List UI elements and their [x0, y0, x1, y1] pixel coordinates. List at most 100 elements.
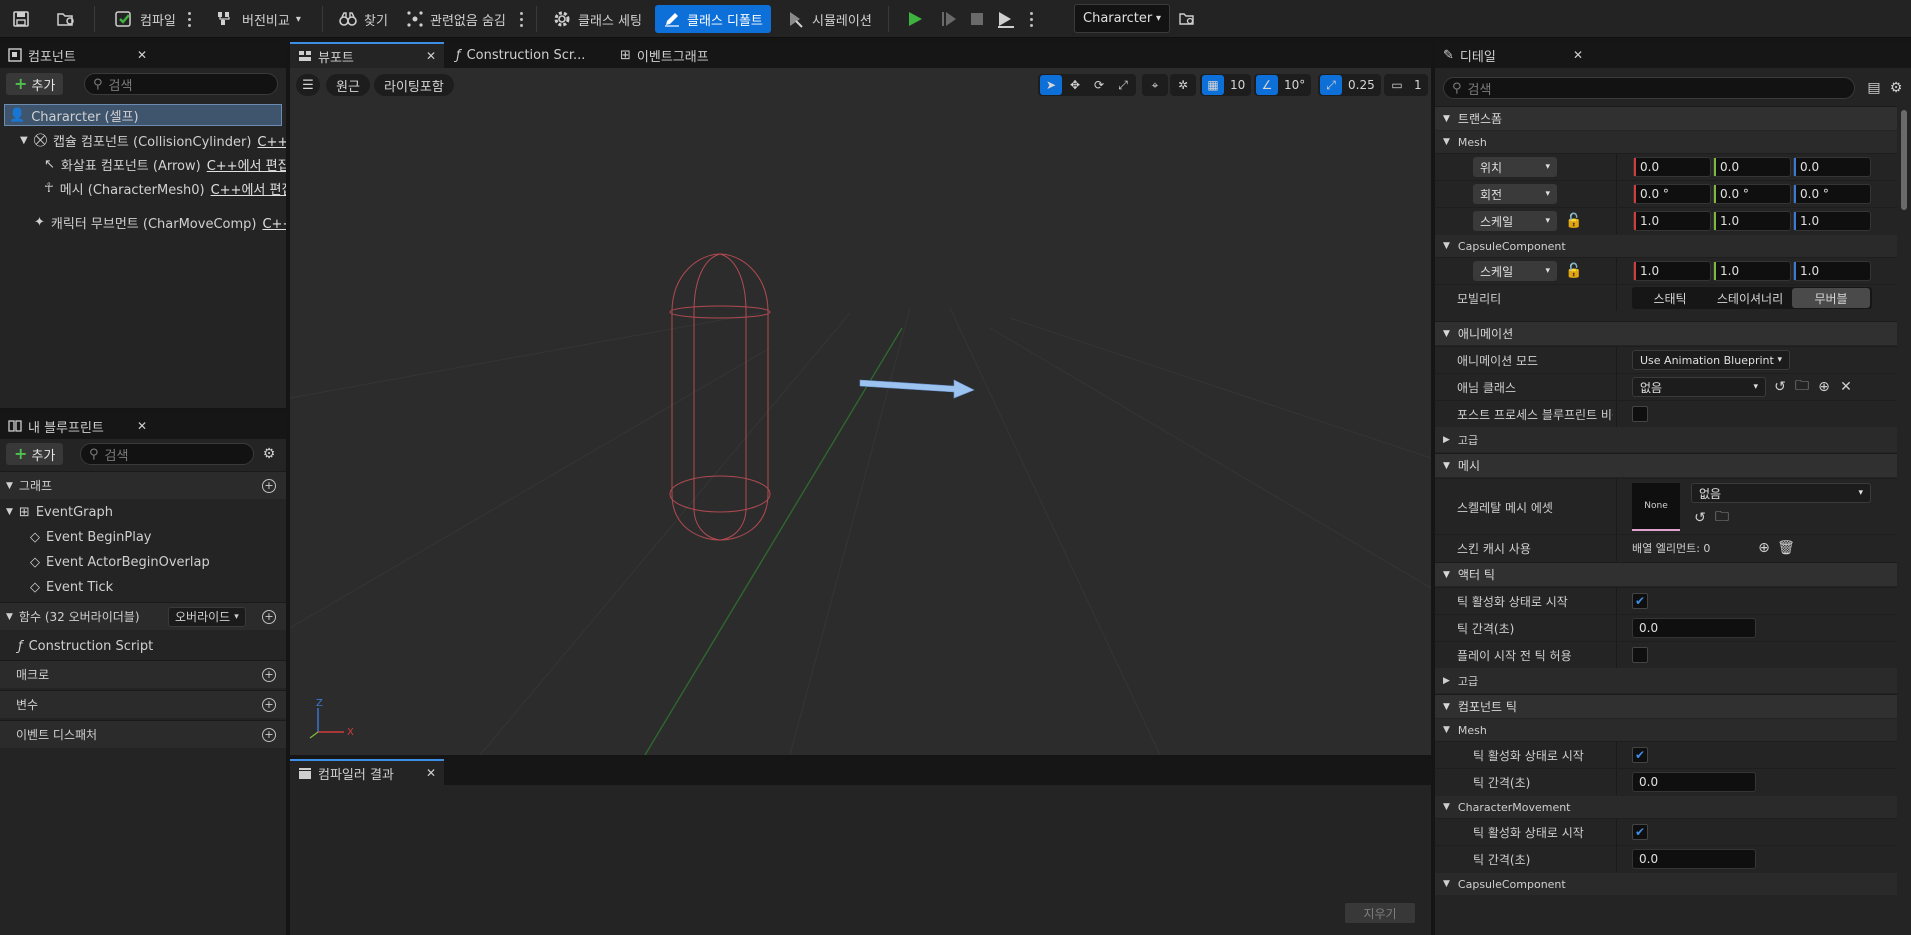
section-graphs[interactable]: ▼ 그래프 + — [0, 471, 286, 499]
section-variables[interactable]: 변수 + — [0, 690, 286, 718]
unlock-icon[interactable]: 🔓 — [1565, 262, 1583, 280]
tab-my-blueprint[interactable]: 내 블루프린트 ✕ — [0, 413, 155, 439]
scale-snap-group[interactable]: ⤢ 0.25 — [1318, 74, 1381, 96]
clear-button[interactable]: 지우기 — [1345, 903, 1415, 923]
tree-item-eventgraph[interactable]: ▼ ⊞ EventGraph — [0, 501, 286, 523]
scale-z-field[interactable]: 1.0 — [1793, 211, 1871, 231]
tab-construction-script[interactable]: ƒ Construction Scr... — [448, 42, 598, 68]
viewport-options-button[interactable]: ☰ — [296, 74, 320, 96]
perspective-button[interactable]: 원근 — [326, 74, 370, 96]
lit-mode-button[interactable]: 라이팅포함 — [374, 74, 454, 96]
add-circle-icon[interactable]: ⊕ — [1755, 539, 1773, 557]
use-selected-icon[interactable]: ↺ — [1771, 378, 1789, 396]
clear-x-icon[interactable]: ✕ — [1837, 378, 1855, 396]
ct-cm-tick-start-checkbox[interactable]: ✔ — [1632, 824, 1648, 840]
tick-before-play-checkbox[interactable] — [1632, 647, 1648, 663]
table-view-icon[interactable]: ▤ — [1865, 79, 1883, 97]
subcategory-ct-mesh[interactable]: ▼ Mesh — [1435, 719, 1897, 741]
mobility-static-option[interactable]: 스태틱 — [1632, 288, 1708, 308]
scale-tool-icon[interactable]: ⤢ — [1112, 75, 1134, 95]
tree-item-arrow[interactable]: ↖ 화살표 컴포넌트 (Arrow) C++에서 편집 — [0, 153, 286, 175]
tree-item-charmove[interactable]: ✦ 캐릭터 무브먼트 (CharMoveComp) C++에... — [0, 211, 286, 233]
section-macros[interactable]: 매크로 + — [0, 660, 286, 688]
tab-components[interactable]: 컴포넌트 ✕ — [0, 42, 155, 68]
capsule-scale-mode-dropdown[interactable]: 스케일 ▾ — [1473, 261, 1557, 281]
tree-item-event-beginplay[interactable]: ◇ Event BeginPlay — [0, 526, 286, 548]
capsule-scale-z-field[interactable]: 1.0 — [1793, 261, 1871, 281]
anim-mode-dropdown[interactable]: Use Animation Blueprint ▾ — [1632, 350, 1790, 370]
skeletal-mesh-dropdown[interactable]: 없음 ▾ — [1691, 483, 1871, 503]
location-z-field[interactable]: 0.0 — [1793, 157, 1871, 177]
skeletal-mesh-thumbnail[interactable]: None — [1632, 483, 1680, 531]
subcategory-advanced[interactable]: ▶ 고급 — [1435, 427, 1897, 452]
close-icon[interactable]: ✕ — [426, 766, 436, 780]
post-process-checkbox[interactable] — [1632, 406, 1648, 422]
tab-compiler-results[interactable]: 컴파일러 결과 ✕ — [290, 759, 444, 785]
scale-x-field[interactable]: 1.0 — [1633, 211, 1711, 231]
capsule-scale-y-field[interactable]: 1.0 — [1713, 261, 1791, 281]
tree-item-mesh[interactable]: ☥ 메시 (CharacterMesh0) C++에서 편집 — [0, 177, 286, 199]
add-macro-icon[interactable]: + — [262, 667, 276, 682]
location-mode-dropdown[interactable]: 위치 ▾ — [1473, 157, 1557, 177]
rotation-x-field[interactable]: 0.0 ° — [1633, 184, 1711, 204]
details-search-input[interactable]: ⚲ 검색 — [1443, 77, 1855, 99]
edit-in-cpp-link[interactable]: C++에... — [257, 131, 286, 150]
compile-options-button[interactable] — [184, 8, 194, 30]
close-icon[interactable]: ✕ — [426, 49, 436, 63]
tick-start-checkbox[interactable]: ✔ — [1632, 593, 1648, 609]
grid-snap-group[interactable]: ▦ 10 — [1200, 74, 1252, 96]
coord-system-button[interactable]: ⌖ — [1142, 74, 1168, 96]
category-transform[interactable]: ▼ 트랜스폼 — [1435, 106, 1897, 130]
trash-icon[interactable]: 🗑 — [1777, 539, 1795, 557]
tree-item-event-beginoverlap[interactable]: ◇ Event ActorBeginOverlap — [0, 551, 286, 573]
rotation-mode-dropdown[interactable]: 회전 ▾ — [1473, 184, 1557, 204]
tick-interval-field[interactable]: 0.0 — [1632, 618, 1756, 638]
category-component-tick[interactable]: ▼ 컴포넌트 틱 — [1435, 694, 1897, 718]
viewport-canvas[interactable]: X Z ☰ 원근 라이팅포함 ➤ ✥ ⟳ ⤢ ⌖ ✲ ▦ 10 ∠ 10° ⤢ … — [290, 68, 1431, 755]
tree-item-capsule[interactable]: ▼ ⛒ 캡슐 컴포넌트 (CollisionCylinder) C++에... — [0, 129, 286, 151]
subcategory-advanced-tick[interactable]: ▶ 고급 — [1435, 668, 1897, 693]
compile-button[interactable]: 컴파일 — [110, 5, 180, 33]
capsule-scale-x-field[interactable]: 1.0 — [1633, 261, 1711, 281]
mobility-movable-option[interactable]: 무버블 — [1792, 288, 1870, 308]
edit-in-cpp-link[interactable]: C++에... — [262, 213, 286, 232]
gear-icon[interactable]: ⚙ — [1887, 79, 1905, 97]
subcategory-mesh[interactable]: ▼ Mesh — [1435, 131, 1897, 153]
scale-y-field[interactable]: 1.0 — [1713, 211, 1791, 231]
gear-icon[interactable]: ⚙ — [260, 445, 278, 463]
rotation-snap-group[interactable]: ∠ 10° — [1254, 74, 1312, 96]
use-selected-icon[interactable]: ↺ — [1691, 509, 1709, 527]
play-options-button[interactable] — [1026, 8, 1036, 30]
category-animation[interactable]: ▼ 애니메이션 — [1435, 321, 1897, 345]
add-function-icon[interactable]: + — [262, 609, 276, 624]
rotation-y-field[interactable]: 0.0 ° — [1713, 184, 1791, 204]
save-button[interactable] — [8, 5, 34, 33]
tree-item-construction-script[interactable]: ƒ Construction Script — [0, 635, 286, 657]
step-button[interactable] — [936, 5, 962, 33]
move-tool-icon[interactable]: ✥ — [1064, 75, 1086, 95]
close-icon[interactable]: ✕ — [137, 419, 147, 433]
close-icon[interactable]: ✕ — [1573, 48, 1583, 62]
category-actor-tick[interactable]: ▼ 액터 틱 — [1435, 562, 1897, 586]
ct-mesh-interval-field[interactable]: 0.0 — [1632, 772, 1756, 792]
category-mesh[interactable]: ▼ 메시 — [1435, 453, 1897, 477]
debug-object-select[interactable]: Chararcter ▾ — [1074, 4, 1170, 33]
edit-in-cpp-link[interactable]: C++에서 편집 — [211, 179, 286, 198]
tab-details[interactable]: ✎ 디테일 ✕ — [1435, 42, 1591, 68]
tree-item-self[interactable]: 👤 Chararcter (셀프) — [4, 104, 282, 126]
section-dispatchers[interactable]: 이벤트 디스패처 + — [0, 720, 286, 748]
surface-snap-button[interactable]: ✲ — [1170, 74, 1196, 96]
debug-browse-button[interactable] — [1174, 5, 1200, 33]
add-graph-icon[interactable]: + — [262, 478, 276, 493]
subcategory-ct-capsule[interactable]: ▼ CapsuleComponent — [1435, 873, 1897, 895]
section-functions[interactable]: ▼ 함수 (32 오버라이더블) 오버라이드 ▾ + — [0, 602, 286, 630]
hide-unrelated-options-button[interactable] — [516, 8, 526, 30]
subcategory-capsule[interactable]: ▼ CapsuleComponent — [1435, 235, 1897, 257]
add-variable-icon[interactable]: + — [262, 697, 276, 712]
scale-mode-dropdown[interactable]: 스케일 ▾ — [1473, 211, 1557, 231]
find-button[interactable]: 찾기 — [334, 5, 392, 33]
simulation-button[interactable]: 시뮬레이션 — [782, 5, 876, 33]
tab-viewport[interactable]: 뷰포트 ✕ — [290, 42, 444, 68]
stop-button[interactable] — [964, 5, 990, 33]
rotation-z-field[interactable]: 0.0 ° — [1793, 184, 1871, 204]
